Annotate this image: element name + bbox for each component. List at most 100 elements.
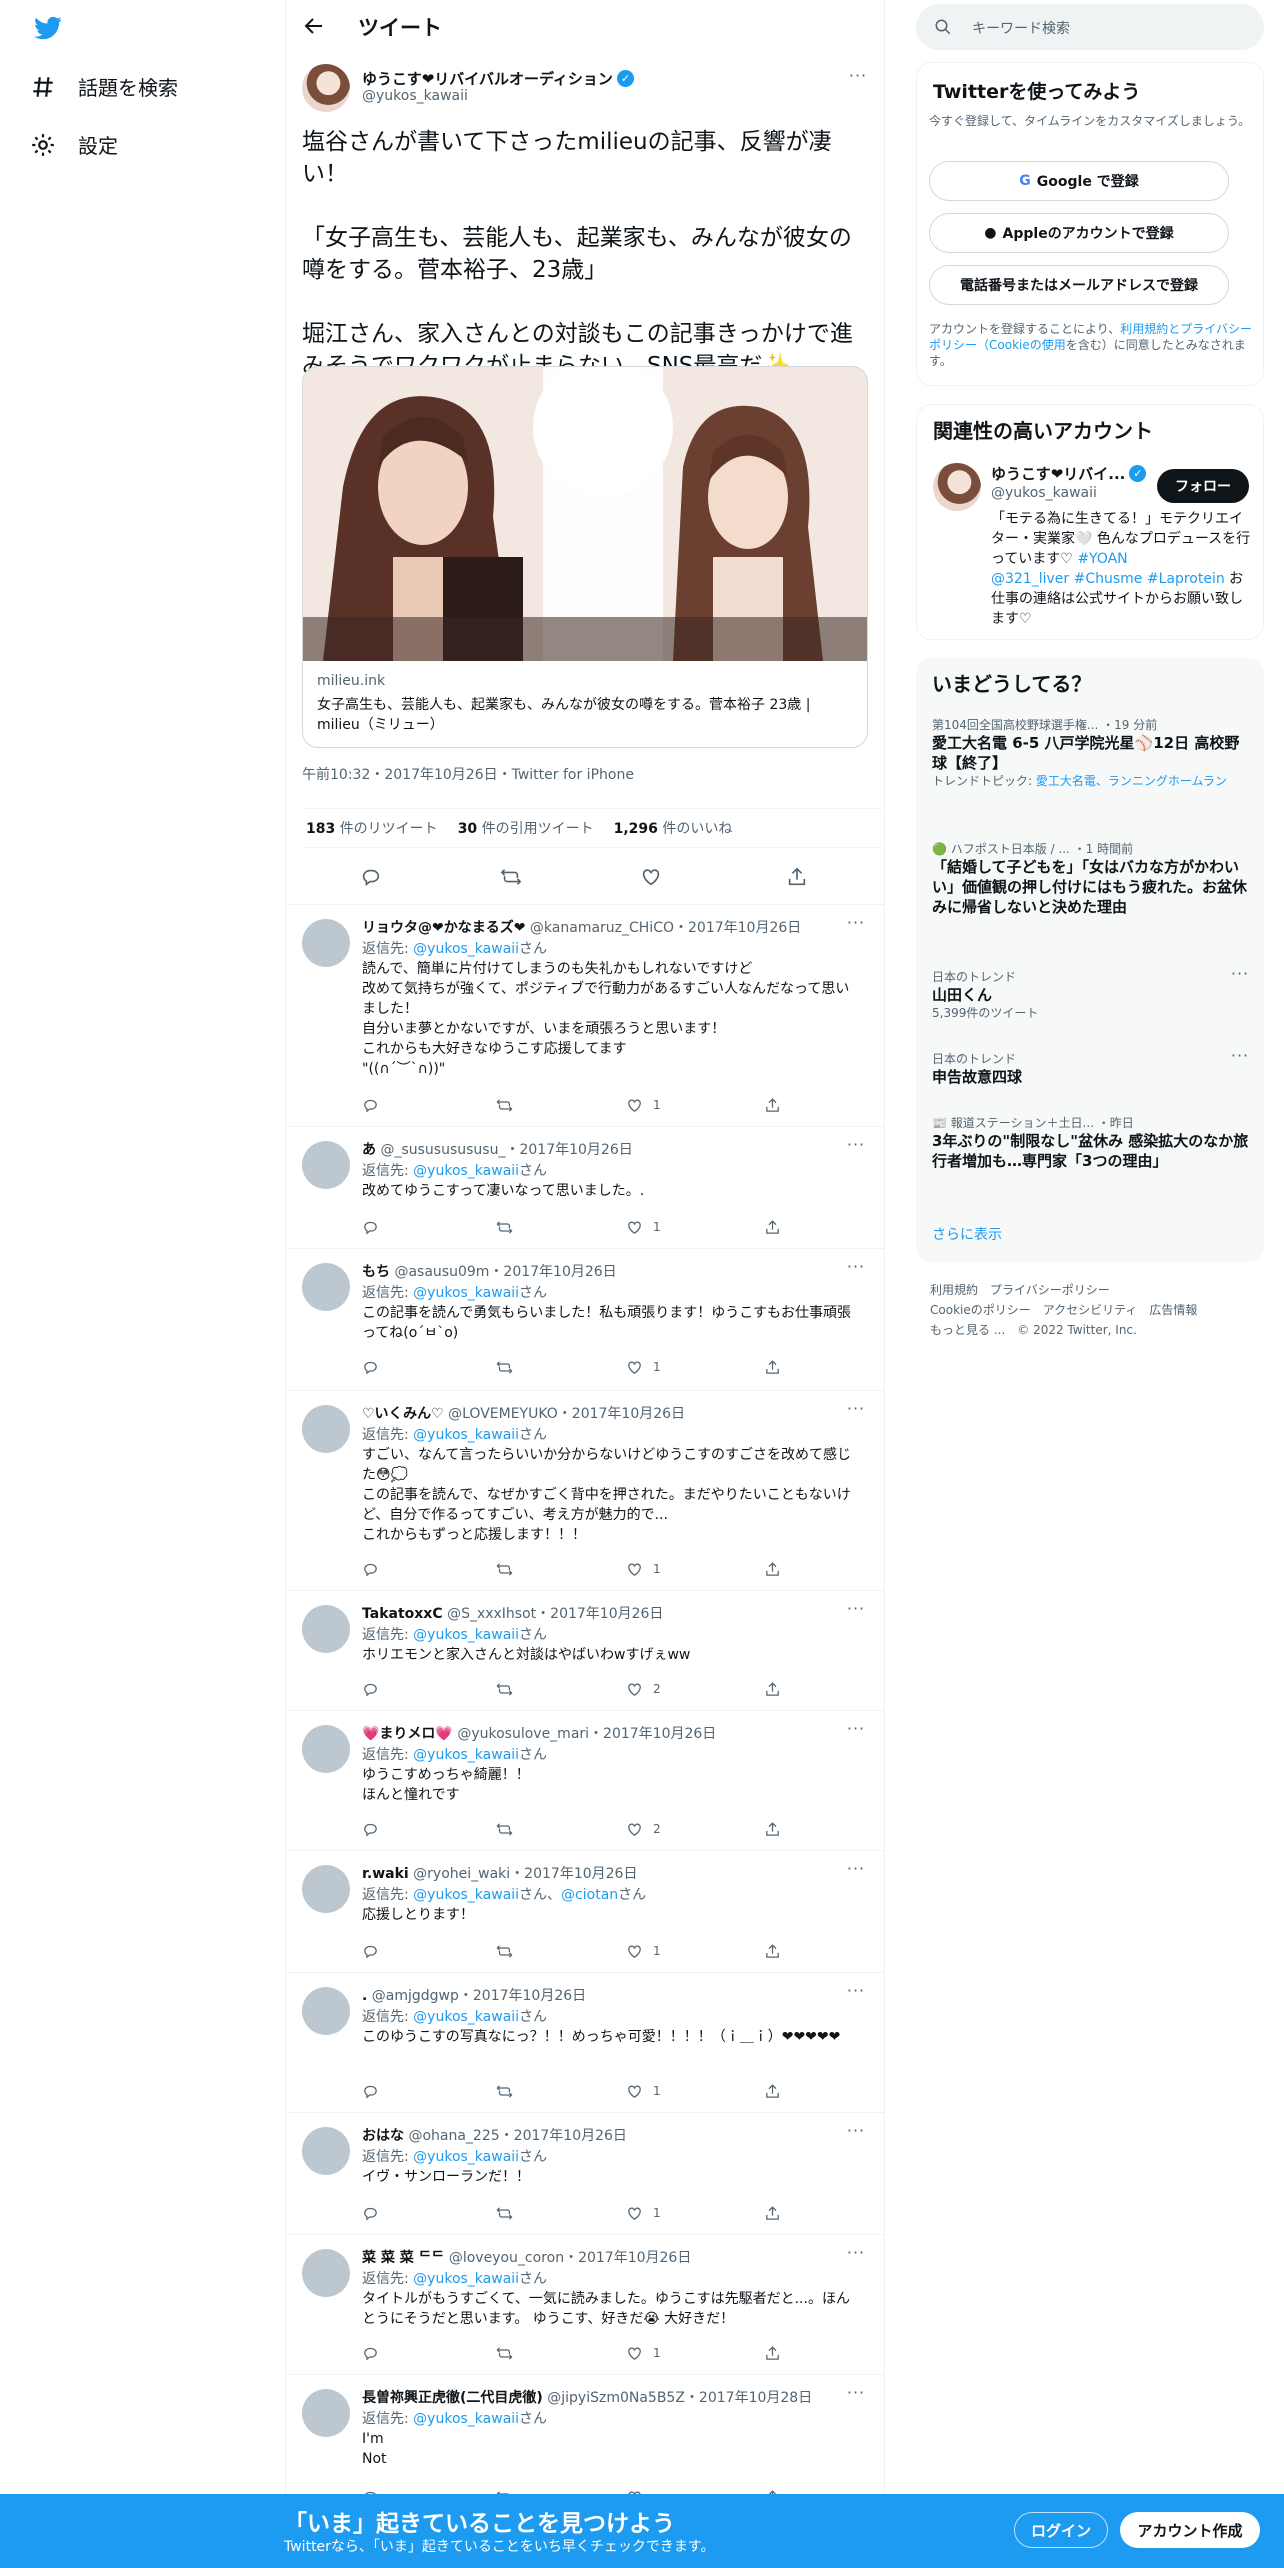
reply-to-mention-2[interactable]: @ciotan — [561, 1887, 618, 1903]
reply-avatar[interactable] — [302, 2249, 350, 2297]
reply-retweet-button[interactable] — [496, 1819, 513, 1839]
related-name-line[interactable]: ゆうこす❤リバイ... ✓ — [991, 463, 1147, 484]
reply-retweet-button[interactable] — [496, 1095, 513, 1115]
reply-to-mention[interactable]: @yukos_kawaii — [413, 2009, 519, 2025]
retweet-stat[interactable]: 183 件のリツイート — [306, 818, 438, 838]
reply-avatar[interactable] — [302, 1605, 350, 1653]
reply-author-handle[interactable]: @_susususususu_ — [380, 1142, 505, 1158]
reply-author-name[interactable]: おはな — [362, 2128, 404, 2144]
reply-date[interactable]: ・2017年10月26日 — [564, 2250, 691, 2266]
reply-tweet[interactable]: ♡いくみん♡ @LOVEMEYUKO・2017年10月26日 ··· 返信先: @y… — [286, 1390, 884, 1590]
reply-reply-button[interactable] — [362, 1217, 379, 1237]
reply-tweet[interactable]: あ @_susususususu_・2017年10月26日 ··· 返信先: @yu… — [286, 1126, 884, 1248]
tweet-timestamp[interactable]: 午前10:32・2017年10月26日・Twitter for iPhone — [302, 764, 634, 784]
reply-to-mention[interactable]: @yukos_kawaii — [413, 1285, 519, 1301]
reply-share-button[interactable] — [764, 1819, 781, 1839]
reply-date[interactable]: ・2017年10月26日 — [459, 1988, 586, 2004]
reply-date[interactable]: ・2017年10月26日 — [558, 1406, 685, 1422]
reply-tweet[interactable]: もち @asausu09m・2017年10月26日 ··· 返信先: @yukos_… — [286, 1248, 884, 1390]
apple-signup-button[interactable]: ● Appleのアカウントで登録 — [929, 213, 1229, 253]
reply-author-handle[interactable]: @S_xxxIhsot — [447, 1606, 536, 1622]
reply-to-mention[interactable]: @yukos_kawaii — [413, 1747, 519, 1763]
reply-author-handle[interactable]: @kanamaruz_CHiCO — [530, 920, 674, 936]
more-options-icon[interactable]: ··· — [846, 68, 870, 90]
reply-author-handle[interactable]: @amjgdgwp — [372, 1988, 459, 2004]
retweet-icon[interactable] — [500, 866, 522, 888]
reply-like-button[interactable]: 1 — [626, 2343, 661, 2363]
reply-tweet[interactable]: TakatoxxC @S_xxxIhsot・2017年10月26日 ··· 返信先:… — [286, 1590, 884, 1710]
reply-tweet[interactable]: 💗まりメロ💗 @yukosulove_mari・2017年10月26日 ··· 返信… — [286, 1710, 884, 1850]
reply-avatar[interactable] — [302, 1865, 350, 1913]
reply-avatar[interactable] — [302, 2389, 350, 2437]
author-handle[interactable]: @yukos_kawaii — [362, 88, 468, 104]
reply-share-button[interactable] — [764, 1941, 781, 1961]
reply-icon[interactable] — [360, 866, 382, 888]
signup-button[interactable]: アカウント作成 — [1120, 2512, 1260, 2548]
reply-to-mention[interactable]: @yukos_kawaii — [413, 1427, 519, 1443]
reply-date[interactable]: ・2017年10月26日 — [510, 1866, 637, 1882]
reply-to-mention[interactable]: @yukos_kawaii — [413, 2271, 519, 2287]
phone-email-signup-button[interactable]: 電話番号またはメールアドレスで登録 — [929, 265, 1229, 305]
reply-more-icon[interactable]: ··· — [844, 1259, 868, 1281]
reply-share-button[interactable] — [764, 1559, 781, 1579]
reply-retweet-button[interactable] — [496, 1559, 513, 1579]
related-avatar[interactable] — [933, 463, 981, 511]
reply-avatar[interactable] — [302, 1141, 350, 1189]
reply-like-button[interactable]: 1 — [626, 1559, 661, 1579]
search-input[interactable]: キーワード検索 — [972, 18, 1070, 38]
reply-reply-button[interactable] — [362, 1941, 379, 1961]
author-avatar[interactable] — [302, 64, 350, 112]
reply-date[interactable]: ・2017年10月26日 — [536, 1606, 663, 1622]
reply-share-button[interactable] — [764, 2081, 781, 2101]
reply-author-handle[interactable]: @jipyiSzm0Na5B5Z — [547, 2390, 685, 2406]
reply-author-name[interactable]: 菜 菜 菜 ᄃᄃ — [362, 2250, 444, 2266]
reply-more-icon[interactable]: ··· — [844, 2385, 868, 2407]
follow-button[interactable]: フォロー — [1157, 469, 1249, 503]
reply-share-button[interactable] — [764, 2343, 781, 2363]
reply-author-handle[interactable]: @ohana_225 — [408, 2128, 499, 2144]
trend-more-icon[interactable]: ··· — [1228, 1048, 1252, 1070]
bio-links[interactable]: @321_liver #Chusme #Laprotein — [991, 571, 1225, 587]
like-icon[interactable] — [640, 866, 662, 888]
reply-avatar[interactable] — [302, 1405, 350, 1453]
reply-avatar[interactable] — [302, 2127, 350, 2175]
reply-share-button[interactable] — [764, 1095, 781, 1115]
reply-reply-button[interactable] — [362, 2203, 379, 2223]
reply-author-name[interactable]: ♡いくみん♡ — [362, 1406, 444, 1422]
bio-hashtag[interactable]: #YOAN — [1077, 551, 1127, 567]
reply-author-name[interactable]: あ — [362, 1142, 376, 1158]
reply-share-button[interactable] — [764, 1357, 781, 1377]
reply-to-mention[interactable]: @yukos_kawaii — [413, 1163, 519, 1179]
show-more-link[interactable]: さらに表示 — [932, 1224, 1002, 1244]
reply-retweet-button[interactable] — [496, 2203, 513, 2223]
reply-tweet[interactable]: おはな @ohana_225・2017年10月26日 ··· 返信先: @yukos… — [286, 2112, 884, 2234]
reply-reply-button[interactable] — [362, 1559, 379, 1579]
reply-to-mention[interactable]: @yukos_kawaii — [413, 1627, 519, 1643]
reply-like-button[interactable]: 1 — [626, 1941, 661, 1961]
reply-like-button[interactable]: 1 — [626, 2081, 661, 2101]
footer-line-3[interactable]: もっと見る ... © 2022 Twitter, Inc. — [930, 1320, 1197, 1340]
reply-author-handle[interactable]: @asausu09m — [394, 1264, 489, 1280]
reply-reply-button[interactable] — [362, 2081, 379, 2101]
like-stat[interactable]: 1,296 件のいいね — [614, 818, 733, 838]
search-box[interactable]: キーワード検索 — [916, 4, 1264, 50]
reply-author-name[interactable]: TakatoxxC — [362, 1606, 443, 1622]
reply-date[interactable]: ・2017年10月26日 — [505, 1142, 632, 1158]
reply-author-name[interactable]: リョウタ@❤かなまるズ❤ — [362, 920, 525, 936]
reply-more-icon[interactable]: ··· — [844, 2123, 868, 2145]
trend-item[interactable]: 🟢 ハフポスト日本版 / ... ・1 時間前 「結婚して子どもを」「女はバカな方… — [932, 840, 1252, 917]
reply-more-icon[interactable]: ··· — [844, 915, 868, 937]
reply-author-name[interactable]: もち — [362, 1264, 390, 1280]
reply-date[interactable]: ・2017年10月26日 — [489, 1264, 616, 1280]
reply-like-button[interactable]: 1 — [626, 1357, 661, 1377]
reply-like-button[interactable]: 1 — [626, 1095, 661, 1115]
reply-retweet-button[interactable] — [496, 1679, 513, 1699]
reply-more-icon[interactable]: ··· — [844, 1721, 868, 1743]
nav-settings[interactable]: 設定 — [30, 130, 118, 159]
reply-like-button[interactable]: 1 — [626, 1217, 661, 1237]
reply-to-mention[interactable]: @yukos_kawaii — [413, 1887, 519, 1903]
author-name[interactable]: ゆうこす❤リバイバルオーディション — [362, 68, 613, 89]
reply-avatar[interactable] — [302, 919, 350, 967]
reply-avatar[interactable] — [302, 1987, 350, 2035]
reply-author-handle[interactable]: @LOVEMEYUKO — [448, 1406, 558, 1422]
